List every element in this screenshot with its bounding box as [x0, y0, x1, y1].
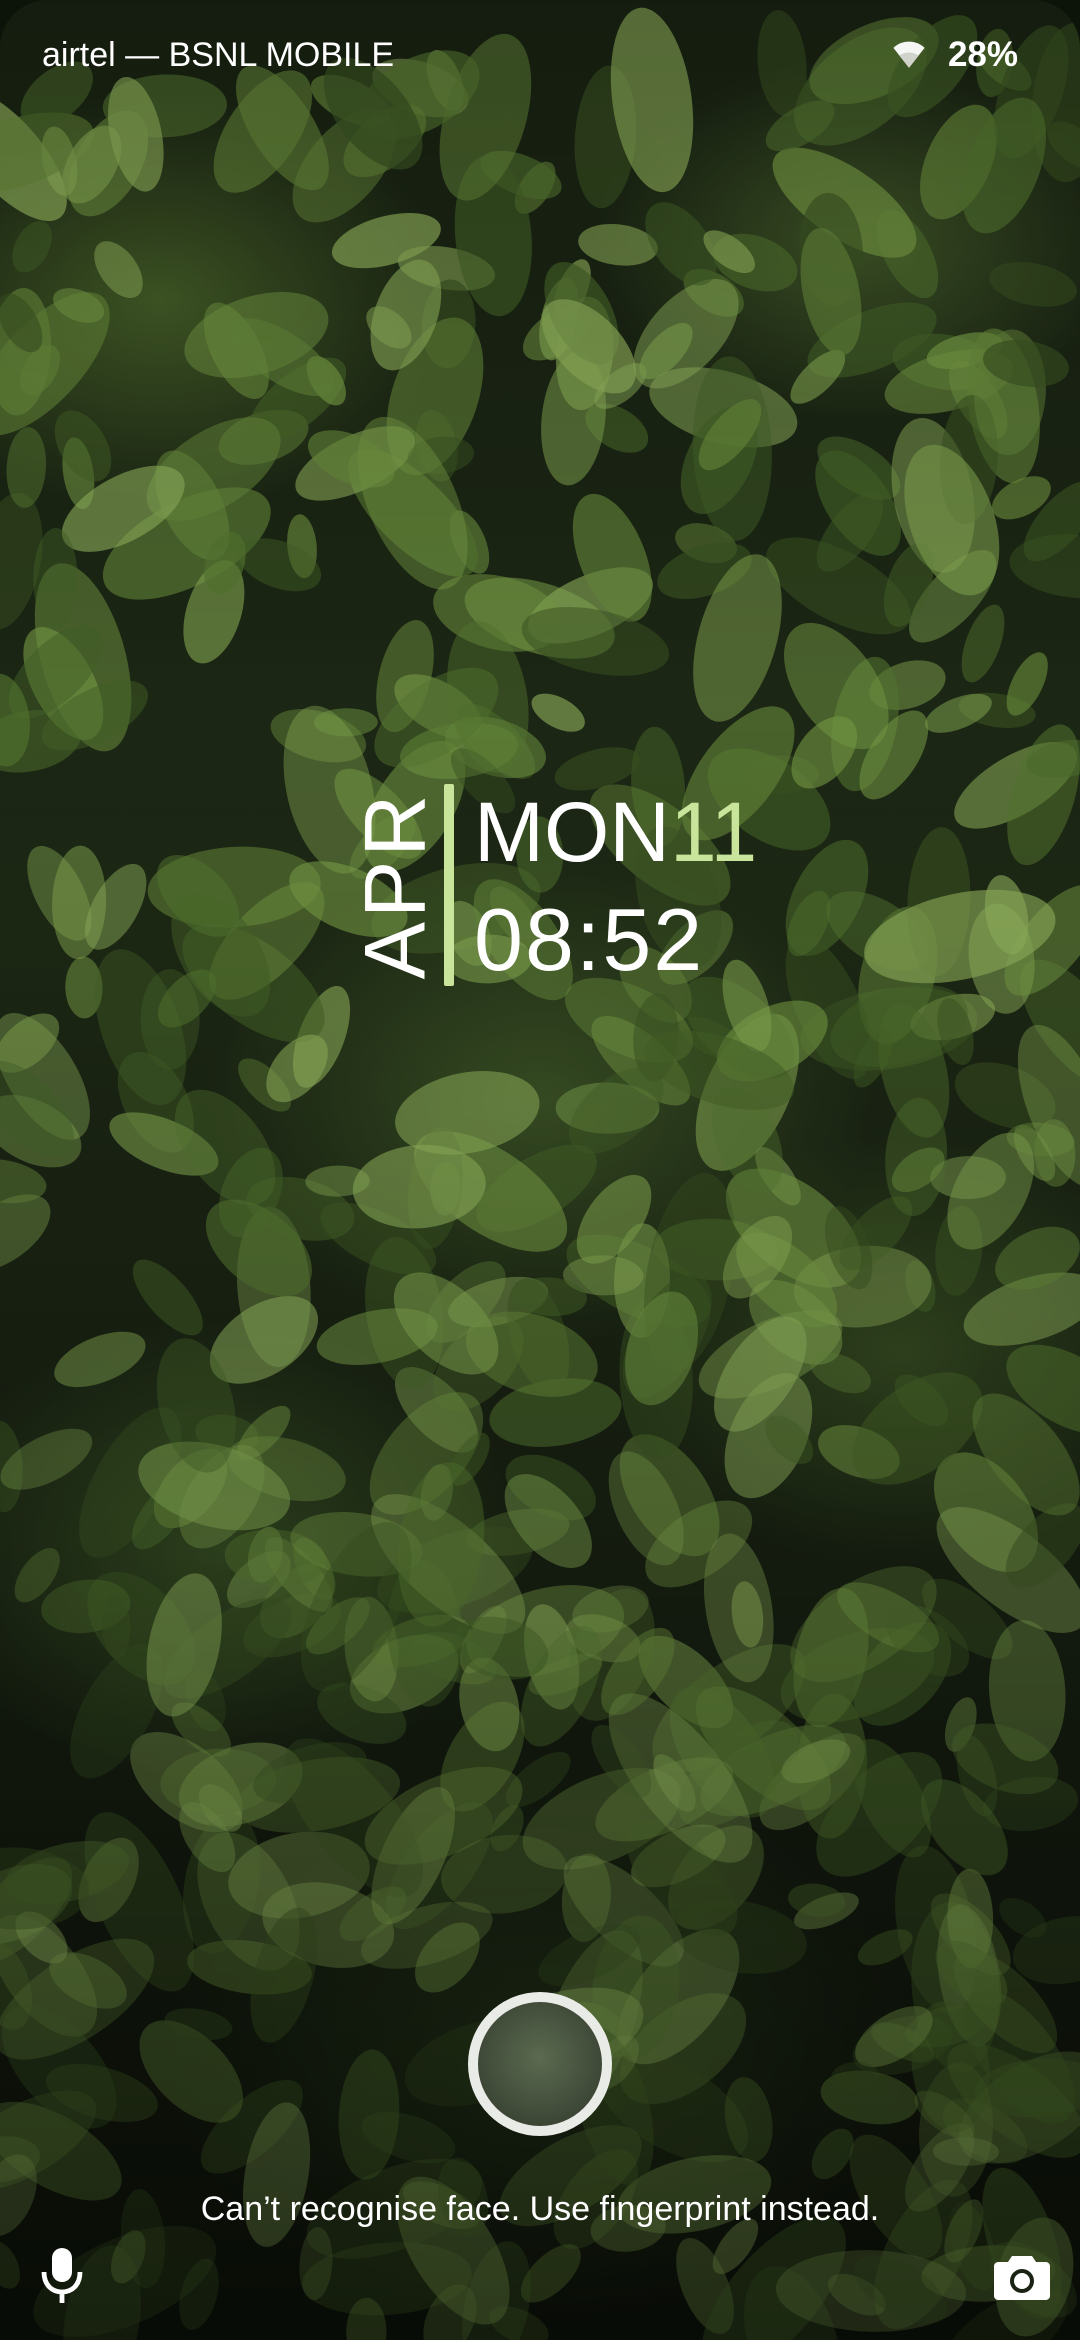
- lock-screen: airtel — BSNL MOBILE 28% APR MON11 08:52…: [0, 0, 1080, 2340]
- lock-clock: APR MON11 08:52: [348, 780, 796, 1000]
- face-unlock-message: Can’t recognise face. Use fingerprint in…: [200, 2190, 880, 2228]
- month-label: APR: [348, 780, 444, 990]
- wallpaper-scrim: [0, 0, 1080, 2340]
- day-number: 11: [669, 785, 758, 879]
- wallpaper-foliage: [0, 7, 1080, 2340]
- month-text: APR: [347, 790, 444, 980]
- camera-icon: [994, 2256, 1050, 2300]
- camera-shortcut[interactable]: [984, 2238, 1060, 2314]
- microphone-icon: [41, 2248, 83, 2303]
- clock-time: 08:52: [474, 890, 705, 989]
- voice-assist-shortcut[interactable]: [24, 2238, 100, 2314]
- day-name: MON: [474, 785, 670, 879]
- carrier-label: airtel — BSNL MOBILE: [42, 35, 395, 74]
- status-right: 28%: [892, 35, 1018, 75]
- day-line: MON11: [474, 790, 757, 874]
- battery-percent: 28%: [947, 35, 1018, 74]
- face-unlock-indicator[interactable]: [468, 1992, 612, 2136]
- status-bar: airtel — BSNL MOBILE 28%: [0, 0, 1080, 110]
- wifi-icon: [893, 41, 925, 68]
- clock-divider: [444, 784, 454, 986]
